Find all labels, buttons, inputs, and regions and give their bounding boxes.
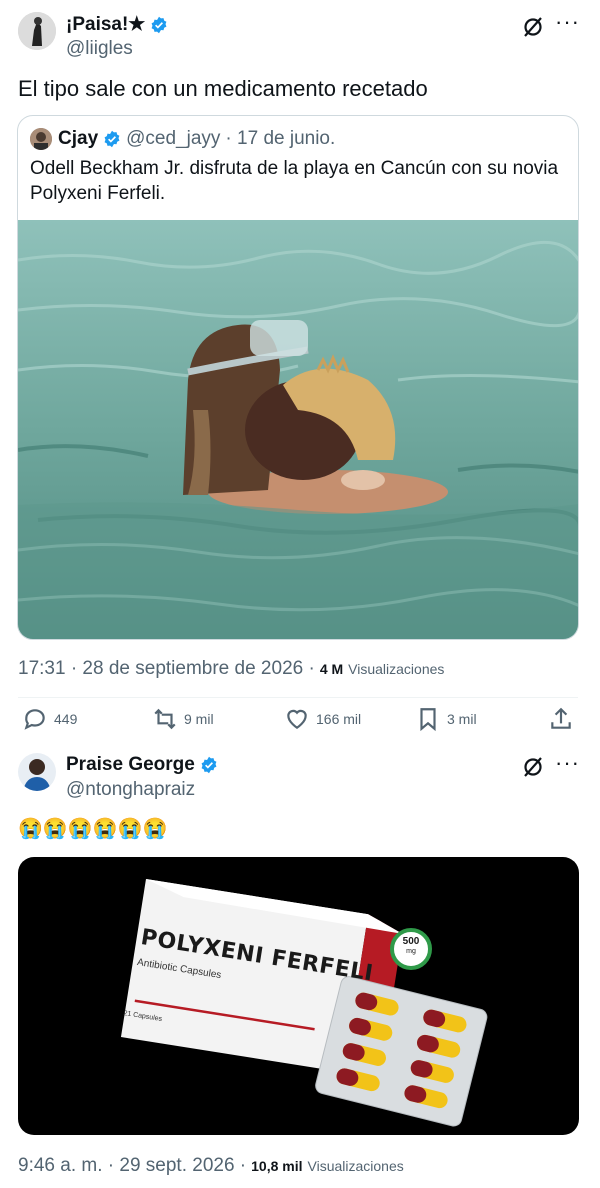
dose-unit: mg [406,948,416,955]
author-handle[interactable]: @ntonghapraiz [66,779,195,801]
views-count: 4 M [319,661,344,677]
author-name-row[interactable]: Praise George [66,754,218,776]
author-handle[interactable]: @liigles [66,38,133,60]
verified-badge-icon [104,130,120,148]
avatar[interactable] [18,753,56,791]
verified-badge-icon [201,756,217,774]
author-name-row[interactable]: ¡Paisa!★ [66,13,168,36]
like-button[interactable]: 166 mil [284,706,361,732]
grok-icon[interactable] [521,755,545,779]
tweet-photo[interactable]: POLYXENI FERFELI Antibiotic Capsules 21 … [18,857,579,1135]
quote-handle: @ced_jayy [126,128,221,149]
display-name[interactable]: Praise George [66,754,195,776]
dose-badge: 500 mg [396,937,426,957]
verified-badge-icon [151,16,167,33]
views-label: Visualizaciones [348,661,445,677]
tweet-meta: 17:31 · 28 de septiembre de 2026 · 4 M V… [18,658,444,680]
quote-photo[interactable] [18,220,578,639]
bookmark-icon [420,708,436,732]
tweet-meta: 9:46 a. m. · 29 sept. 2026 · 10,8 mil Vi… [18,1155,404,1177]
reply-icon [24,709,45,730]
avatar [30,128,52,150]
heart-icon [287,709,307,729]
repost-icon [154,708,176,730]
bookmark-count: 3 mil [447,711,477,727]
more-options-icon[interactable]: ··· [555,752,580,774]
repost-button[interactable]: 9 mil [152,706,214,732]
display-name[interactable]: ¡Paisa!★ [66,13,145,36]
dose-value: 500 [402,936,420,947]
tweet-text: 😭😭😭😭😭😭 [18,818,168,840]
quote-display-name: Cjay [58,128,99,149]
reply-button[interactable]: 449 [22,706,77,732]
timestamp[interactable]: 17:31 · 28 de septiembre de 2026 · [18,658,315,680]
share-button[interactable] [548,706,574,732]
bookmark-button[interactable]: 3 mil [415,706,477,732]
reply-count: 449 [54,711,78,727]
views-label: Visualizaciones [307,1158,404,1174]
quote-text: Odell Beckham Jr. disfruta de la playa e… [30,158,559,204]
repost-count: 9 mil [184,711,214,727]
grok-icon[interactable] [521,15,545,39]
views-count: 10,8 mil [251,1158,303,1174]
more-options-icon[interactable]: ··· [555,11,580,33]
quoted-tweet-card[interactable]: Cjay @ced_jayy · 17 de junio. Odell Beck… [17,115,579,640]
quote-date: · 17 de junio. [225,128,336,149]
avatar[interactable] [18,12,56,50]
like-count: 166 mil [316,711,362,727]
timestamp[interactable]: 9:46 a. m. · 29 sept. 2026 · [18,1155,246,1177]
share-icon [551,707,571,729]
tweet-text: El tipo sale con un medicamento recetado [18,76,428,101]
divider [18,697,578,698]
